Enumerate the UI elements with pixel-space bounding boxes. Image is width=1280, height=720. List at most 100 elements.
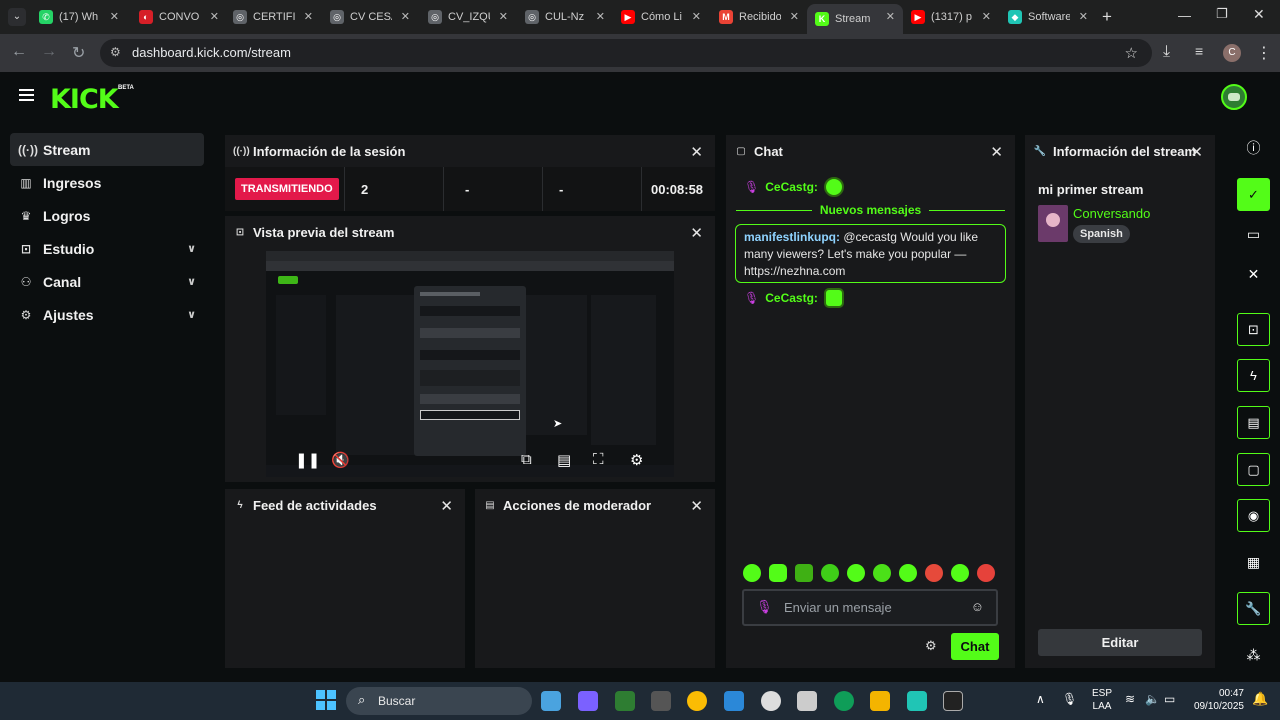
emote-icon[interactable] (925, 564, 943, 582)
settings-gear-icon[interactable]: ⚙ (630, 451, 643, 469)
tab-close-icon[interactable]: ✕ (692, 10, 701, 23)
close-icon[interactable]: ✕ (690, 143, 703, 161)
new-tab-icon[interactable]: + (1102, 7, 1112, 27)
calculator-icon[interactable] (615, 691, 635, 711)
browser-menu-icon[interactable]: ⋮ (1256, 43, 1272, 63)
lightning-icon[interactable]: ϟ (1237, 359, 1270, 392)
pause-icon[interactable]: ❚❚ (295, 451, 320, 469)
chat-username[interactable]: manifestlinkupq: (744, 230, 840, 244)
category-link[interactable]: Conversando (1073, 206, 1150, 221)
download-icon[interactable]: ⤓ (1163, 43, 1170, 61)
minimize-icon[interactable]: — (1178, 8, 1191, 23)
emote-icon[interactable] (795, 564, 813, 582)
browser-tab[interactable]: ▶ Cómo Li ✕ (613, 4, 709, 30)
sidebar-item-ingresos[interactable]: ▥ Ingresos (10, 166, 204, 199)
file-explorer-icon[interactable] (870, 691, 890, 711)
sidebar-item-ajustes[interactable]: ⚙ Ajustes ∨ (10, 298, 204, 331)
tab-close-icon[interactable]: ✕ (499, 10, 508, 23)
copilot-icon[interactable] (578, 691, 598, 711)
app-icon[interactable] (907, 691, 927, 711)
battery-icon[interactable]: ▭ (1164, 692, 1175, 706)
edit-button[interactable]: Editar (1038, 629, 1202, 656)
close-icon[interactable]: ✕ (690, 497, 703, 515)
chat-username[interactable]: CeCastg: (765, 291, 818, 305)
emote-icon[interactable] (951, 564, 969, 582)
desk-icon[interactable]: ▦ (1237, 546, 1270, 579)
emote-icon[interactable] (769, 564, 787, 582)
wifi-icon[interactable]: ≋ (1125, 692, 1135, 706)
profile-avatar[interactable]: C (1223, 44, 1241, 62)
emote-icon[interactable] (977, 564, 995, 582)
browser-tab[interactable]: ◎ CV CESA ✕ (322, 4, 418, 30)
close-icon[interactable]: ✕ (690, 224, 703, 242)
emote-icon[interactable] (847, 564, 865, 582)
forward-icon[interactable]: → (41, 43, 57, 61)
fullscreen-icon[interactable]: ⛶ (593, 451, 604, 468)
theater-mode-icon[interactable]: ▤ (557, 451, 571, 469)
tab-close-icon[interactable]: ✕ (596, 10, 605, 23)
broadcast-icon[interactable]: ◉ (1237, 499, 1270, 532)
emoji-picker-icon[interactable]: ☺ (971, 599, 984, 614)
restore-icon[interactable]: ❐ (1216, 6, 1228, 22)
browser-tab[interactable]: K Stream ✕ (807, 4, 903, 34)
tab-close-icon[interactable]: ✕ (110, 10, 119, 23)
kick-logo[interactable]: KICK (50, 84, 119, 115)
widgets-icon[interactable] (541, 691, 561, 711)
browser-tab[interactable]: ✆ (17) Wh ✕ (31, 4, 127, 30)
mute-icon[interactable]: 🔇 (331, 451, 350, 469)
preview-toggle-icon[interactable]: ⊡ (1237, 313, 1270, 346)
info-icon[interactable]: ⓘ (1237, 131, 1270, 164)
taskbar-clock[interactable]: 00:47 09/10/2025 (1190, 687, 1244, 713)
close-icon[interactable]: ✕ (1237, 258, 1270, 291)
sidebar-item-logros[interactable]: ♛ Logros (10, 199, 204, 232)
media-control-icon[interactable]: ≡ (1195, 43, 1203, 59)
tab-close-icon[interactable]: ✕ (304, 10, 313, 23)
tab-search-chevron-icon[interactable]: ⌄ (8, 8, 26, 26)
browser-tab[interactable]: ◐ CONVO ✕ (131, 4, 227, 30)
epic-games-icon[interactable] (943, 691, 963, 711)
volume-icon[interactable]: 🔈 (1145, 692, 1160, 706)
tab-close-icon[interactable]: ✕ (210, 10, 219, 23)
chat-bubble-icon[interactable]: ▢ (1237, 453, 1270, 486)
picture-in-picture-icon[interactable]: ⧉ (521, 451, 532, 468)
browser-tab[interactable]: ◎ CERTIFIC ✕ (225, 4, 321, 30)
sidebar-item-estudio[interactable]: ⊡ Estudio ∨ (10, 232, 204, 265)
chat-send-button[interactable]: Chat (951, 633, 999, 660)
microphone-tray-icon[interactable]: 🎙 (1062, 692, 1077, 706)
hamburger-menu-icon[interactable] (19, 89, 34, 101)
site-info-icon[interactable]: ⚙ (110, 45, 121, 59)
browser-tab[interactable]: ▶ (1317) p ✕ (903, 4, 999, 30)
close-icon[interactable]: ✕ (440, 497, 453, 515)
user-avatar[interactable] (1221, 84, 1247, 110)
language-indicator[interactable]: ESP LAA (1092, 687, 1112, 713)
bookmark-star-icon[interactable]: ☆ (1125, 44, 1138, 62)
url-field[interactable]: ⚙ dashboard.kick.com/stream ☆ (100, 39, 1152, 67)
tab-close-icon[interactable]: ✕ (401, 10, 410, 23)
chrome-icon[interactable] (687, 691, 707, 711)
taskbar-search[interactable]: ⌕ Buscar (346, 687, 532, 715)
emote-icon[interactable] (899, 564, 917, 582)
layout-icon[interactable]: ▭ (1237, 218, 1270, 251)
sidebar-item-canal[interactable]: ⚇ Canal ∨ (10, 265, 204, 298)
stream-preview-video[interactable]: ➤ (266, 251, 674, 477)
chat-username[interactable]: CeCastg: (765, 180, 818, 194)
chat-message-input[interactable]: 🎙 Enviar un mensaje ☺ (742, 589, 998, 626)
browser-tab[interactable]: M Recibido ✕ (711, 4, 807, 30)
clock-icon[interactable] (761, 691, 781, 711)
close-icon[interactable]: ✕ (990, 143, 1003, 161)
camera-icon[interactable] (651, 691, 671, 711)
check-icon[interactable]: ✓ (1237, 178, 1270, 211)
chat-settings-gear-icon[interactable]: ⚙ (925, 638, 937, 654)
browser-tab[interactable]: ◆ Software ✕ (1000, 4, 1096, 30)
notification-bell-icon[interactable]: 🔔 (1252, 691, 1268, 707)
browser-tab[interactable]: ◎ CV_IZQU ✕ (420, 4, 516, 30)
tray-chevron-icon[interactable]: ∧ (1036, 692, 1045, 706)
close-icon[interactable]: ✕ (1190, 143, 1203, 161)
connect-icon[interactable]: ⁂ (1237, 639, 1270, 672)
photos-icon[interactable] (724, 691, 744, 711)
tab-close-icon[interactable]: ✕ (790, 10, 799, 23)
document-icon[interactable]: ▤ (1237, 406, 1270, 439)
reload-icon[interactable]: ↻ (72, 43, 85, 63)
close-window-icon[interactable]: ✕ (1253, 6, 1265, 23)
emote-icon[interactable] (821, 564, 839, 582)
